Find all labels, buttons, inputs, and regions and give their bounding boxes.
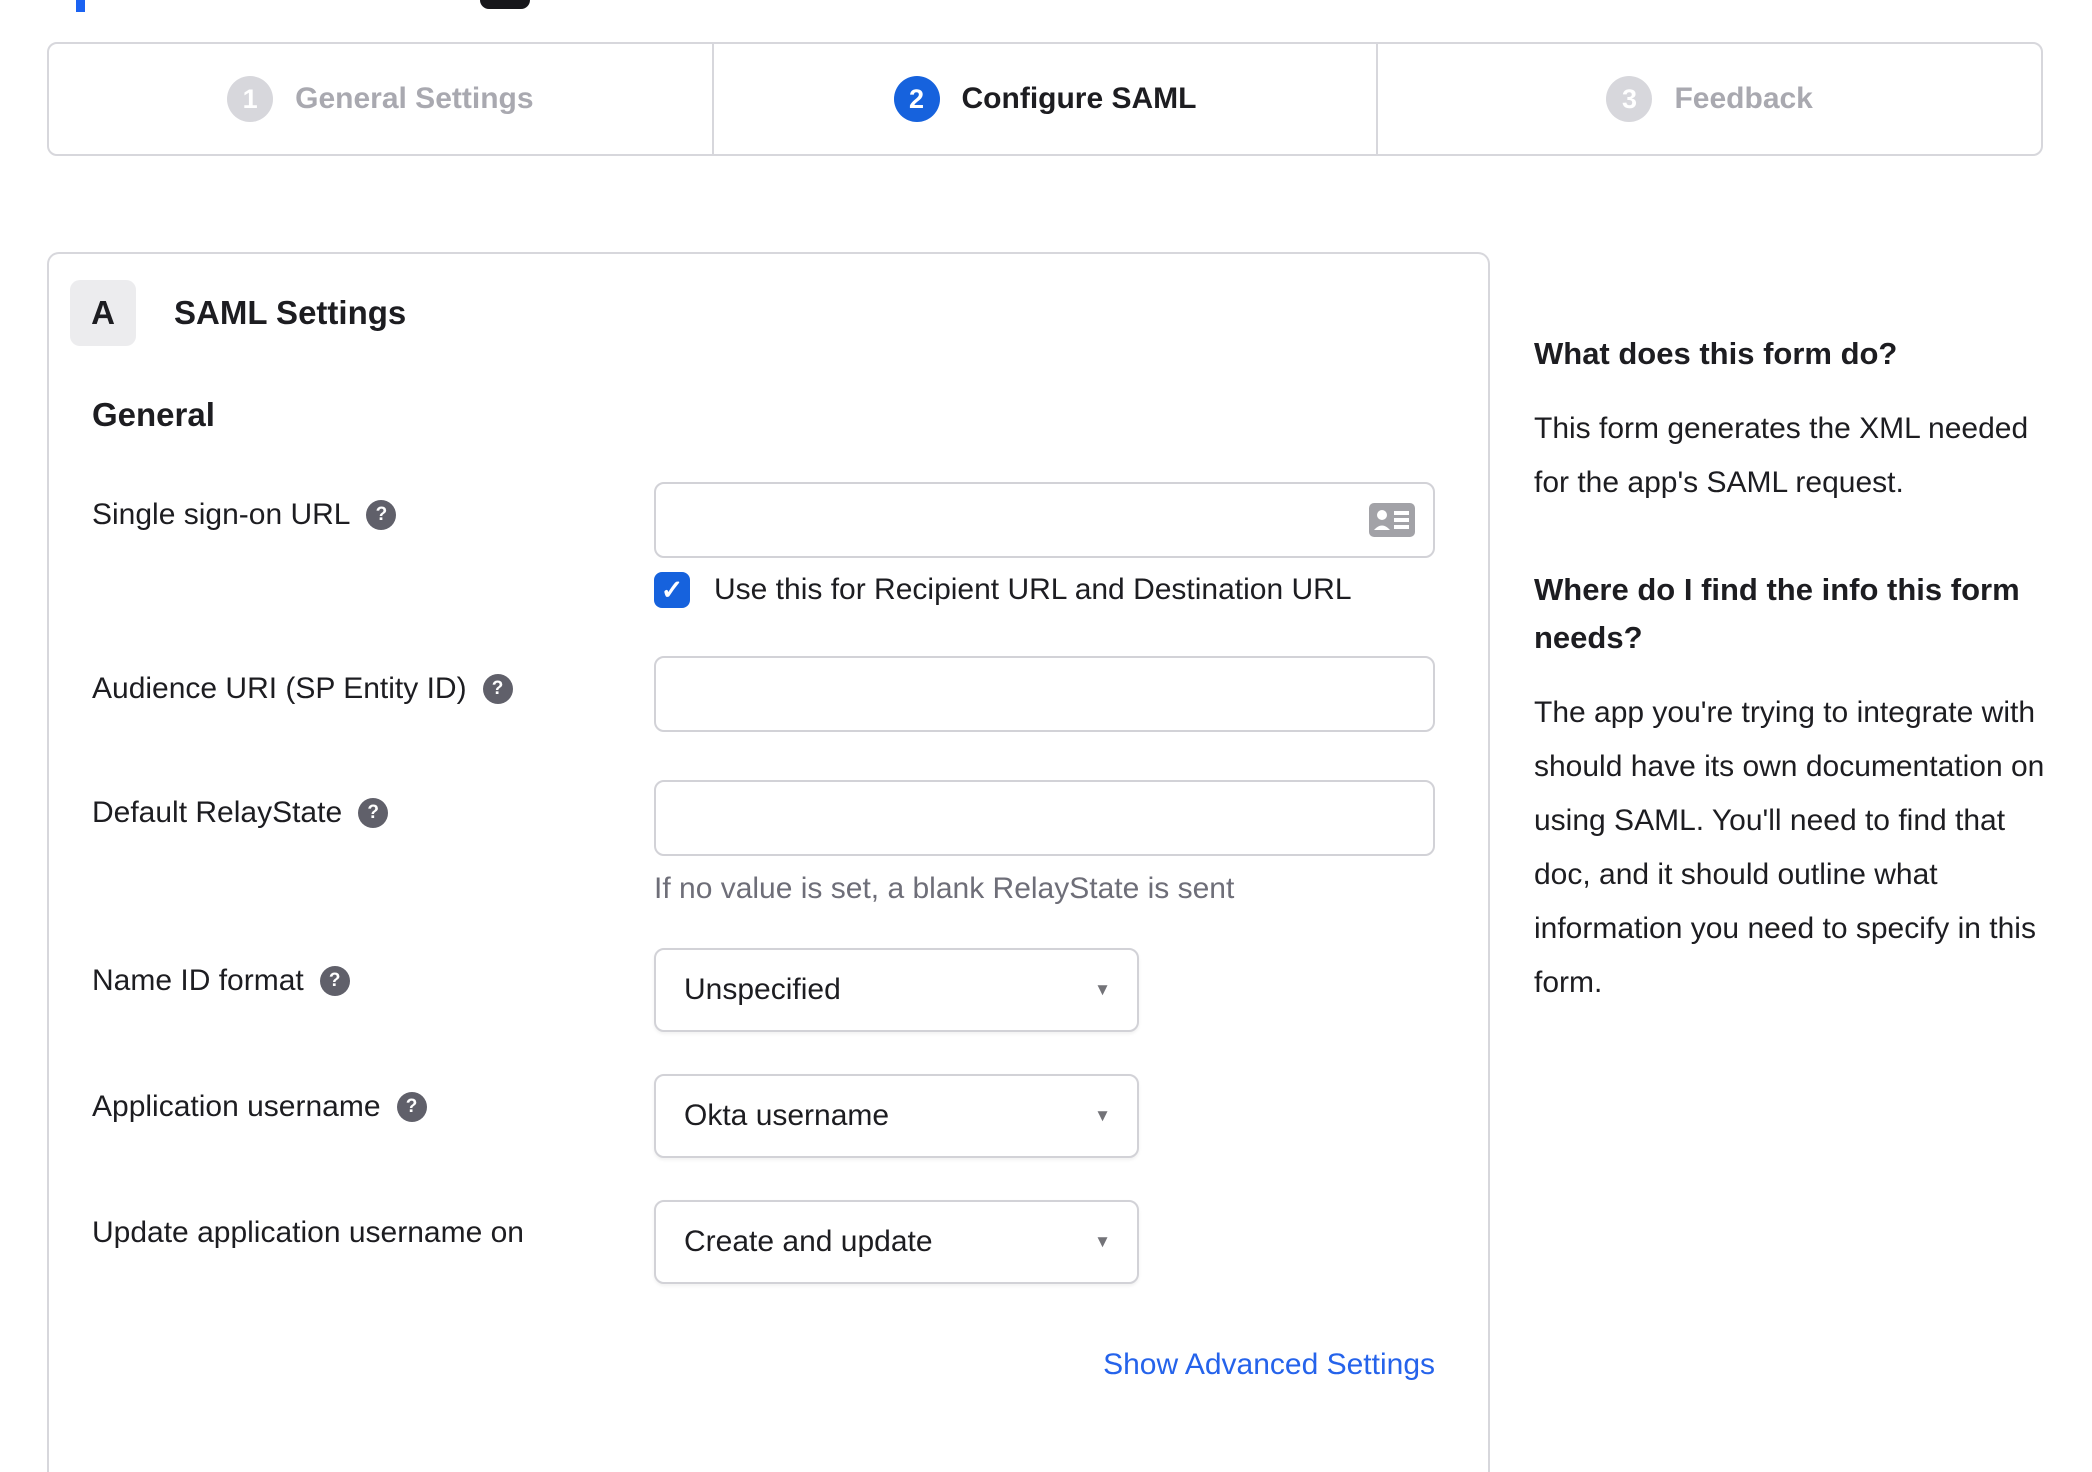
step-feedback[interactable]: 3 Feedback (1376, 44, 2041, 154)
name-id-format-label-text: Name ID format (92, 964, 304, 997)
step-number-badge: 2 (893, 76, 940, 122)
sso-url-row: Single sign-on URL ? ✓ Use this for Reci… (92, 482, 1445, 608)
step-general-settings[interactable]: 1 General Settings (49, 44, 712, 154)
app-username-label: Application username ? (92, 1074, 654, 1124)
audience-uri-row: Audience URI (SP Entity ID) ? (92, 656, 1445, 732)
step-label: General Settings (295, 82, 534, 115)
audience-uri-input[interactable] (654, 656, 1435, 732)
name-id-format-row: Name ID format ? Unspecified ▼ (92, 948, 1445, 1032)
sso-url-control: ✓ Use this for Recipient URL and Destina… (654, 482, 1435, 608)
sso-url-input[interactable] (654, 482, 1435, 558)
name-id-format-label: Name ID format ? (92, 948, 654, 998)
sso-url-label: Single sign-on URL ? (92, 482, 654, 532)
help-icon[interactable]: ? (482, 674, 513, 704)
audience-uri-label: Audience URI (SP Entity ID) ? (92, 656, 654, 706)
help-icon[interactable]: ? (366, 500, 397, 530)
header-icon-fragment (480, 0, 530, 9)
name-id-format-select[interactable]: Unspecified ▼ (654, 948, 1139, 1032)
help-icon[interactable]: ? (319, 966, 350, 996)
panel-title: SAML Settings (174, 294, 407, 331)
chevron-down-icon: ▼ (1094, 1106, 1111, 1125)
relay-state-label: Default RelayState ? (92, 780, 654, 830)
wizard-stepper: 1 General Settings 2 Configure SAML 3 Fe… (47, 42, 2043, 156)
logo-fragment (76, 0, 85, 12)
sidebar-para-where: The app you're trying to integrate with … (1534, 696, 2045, 999)
advanced-settings-row: Show Advanced Settings (92, 1348, 1435, 1382)
update-app-username-label: Update application username on (92, 1200, 654, 1250)
chevron-down-icon: ▼ (1094, 980, 1111, 999)
sidebar-heading-what: What does this form do? (1534, 336, 1898, 371)
app-username-label-text: Application username (92, 1090, 381, 1123)
section-a-badge: A (70, 280, 136, 346)
update-app-username-label-text: Update application username on (92, 1216, 524, 1249)
help-sidebar: What does this form do? This form genera… (1534, 330, 2046, 1066)
step-label: Feedback (1674, 82, 1813, 115)
app-username-value: Okta username (684, 1099, 890, 1132)
show-advanced-settings-link[interactable]: Show Advanced Settings (1103, 1348, 1435, 1381)
relay-state-control: If no value is set, a blank RelayState i… (654, 780, 1435, 906)
relay-state-row: Default RelayState ? If no value is set,… (92, 780, 1445, 906)
step-configure-saml[interactable]: 2 Configure SAML (711, 44, 1377, 154)
update-app-username-select[interactable]: Create and update ▼ (654, 1200, 1139, 1284)
audience-uri-control (654, 656, 1435, 732)
step-label: Configure SAML (961, 82, 1197, 115)
step-number-badge: 3 (1606, 76, 1653, 122)
help-icon[interactable]: ? (396, 1092, 427, 1122)
relay-state-label-text: Default RelayState (92, 796, 343, 829)
update-app-username-value: Create and update (684, 1225, 933, 1258)
update-app-username-row: Update application username on Create an… (92, 1200, 1445, 1284)
sso-url-label-text: Single sign-on URL (92, 498, 351, 531)
step-number-badge: 1 (227, 76, 274, 122)
saml-settings-panel: A SAML Settings General Single sign-on U… (47, 252, 1490, 1472)
app-username-select[interactable]: Okta username ▼ (654, 1074, 1139, 1158)
recipient-url-checkbox-label: Use this for Recipient URL and Destinati… (714, 573, 1352, 606)
sidebar-heading-where: Where do I find the info this form needs… (1534, 572, 2020, 655)
audience-uri-label-text: Audience URI (SP Entity ID) (92, 672, 467, 705)
help-icon[interactable]: ? (358, 798, 389, 828)
recipient-url-checkbox[interactable]: ✓ (654, 572, 690, 608)
contact-card-icon (1369, 503, 1415, 537)
relay-state-hint: If no value is set, a blank RelayState i… (654, 872, 1235, 905)
name-id-format-value: Unspecified (684, 973, 841, 1006)
chevron-down-icon: ▼ (1094, 1232, 1111, 1251)
app-username-row: Application username ? Okta username ▼ (92, 1074, 1445, 1158)
recipient-url-checkbox-row: ✓ Use this for Recipient URL and Destina… (654, 572, 1435, 608)
relay-state-input[interactable] (654, 780, 1435, 856)
sidebar-para-what: This form generates the XML needed for t… (1534, 412, 2029, 499)
general-section-title: General (92, 396, 215, 433)
panel-header: A SAML Settings (70, 280, 1445, 346)
